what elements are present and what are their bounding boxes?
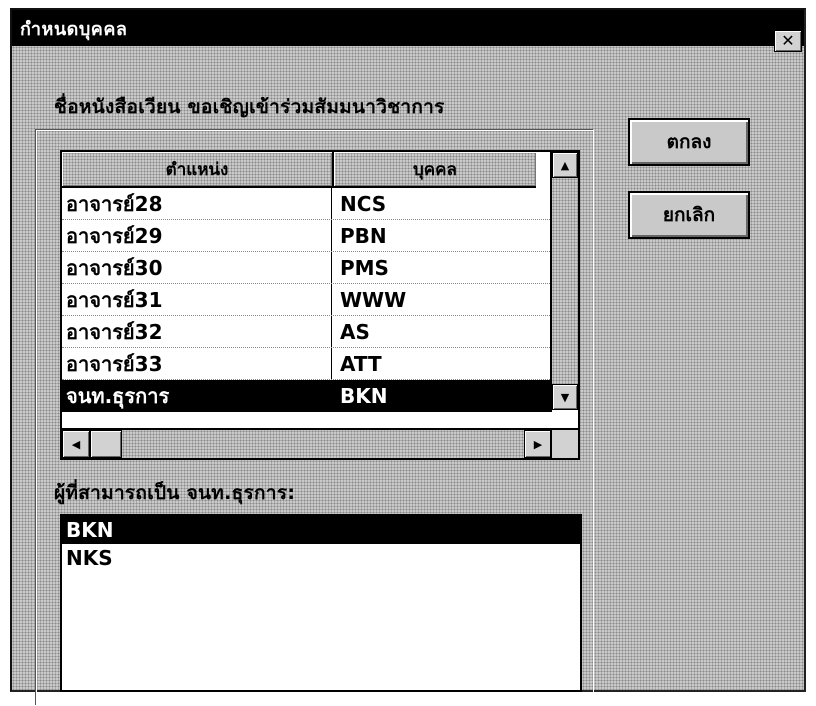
horizontal-scroll-track[interactable] xyxy=(122,430,524,458)
cell-person[interactable]: WWW xyxy=(332,284,552,315)
cancel-button[interactable]: ยกเลิก xyxy=(628,191,750,239)
cell-person[interactable]: BKN xyxy=(332,380,552,411)
dialog-title: กำหนดบุคคล xyxy=(20,19,128,40)
table-row[interactable]: อาจารย์31 WWW xyxy=(62,284,552,316)
scroll-up-button[interactable]: ▲ xyxy=(552,152,578,178)
cell-position[interactable]: อาจารย์32 xyxy=(62,316,332,347)
arrow-left-icon: ◀ xyxy=(71,437,81,451)
list-item-selected[interactable]: BKN xyxy=(62,516,580,544)
grid-body: อาจารย์28 NCS อาจารย์29 PBN อาจารย์30 PM… xyxy=(62,188,552,412)
arrow-up-icon: ▲ xyxy=(560,158,570,172)
dialog-client-area: ชื่อหนังสือเวียน ขอเชิญเข้าร่วมสัมมนาวิช… xyxy=(12,46,804,706)
arrow-right-icon: ▶ xyxy=(533,437,543,451)
vertical-scrollbar[interactable]: ▲ ▼ xyxy=(550,152,578,410)
column-header-position[interactable]: ตำแหน่ง xyxy=(62,152,334,186)
table-row-selected[interactable]: จนท.ธุรการ BKN xyxy=(62,380,552,412)
table-row[interactable]: อาจารย์32 AS xyxy=(62,316,552,348)
list-item[interactable]: NKS xyxy=(62,544,580,572)
cell-person[interactable]: PBN xyxy=(332,220,552,251)
horizontal-scrollbar[interactable]: ◀ ▶ xyxy=(62,428,552,458)
arrow-down-icon: ▼ xyxy=(560,390,570,404)
grid-header: ตำแหน่ง บุคคล xyxy=(62,152,536,188)
scrollbar-corner xyxy=(550,428,578,458)
cell-person[interactable]: NCS xyxy=(332,188,552,219)
scroll-right-button[interactable]: ▶ xyxy=(524,430,552,458)
cell-position[interactable]: อาจารย์33 xyxy=(62,348,332,379)
title-bar[interactable]: กำหนดบุคคล ✕ xyxy=(12,10,804,52)
table-row[interactable]: อาจารย์30 PMS xyxy=(62,252,552,284)
cell-person[interactable]: AS xyxy=(332,316,552,347)
cell-person[interactable]: PMS xyxy=(332,252,552,283)
eligible-persons-listbox[interactable]: BKN NKS xyxy=(60,514,582,692)
horizontal-scroll-thumb[interactable] xyxy=(90,430,122,458)
group-label: ชื่อหนังสือเวียน ขอเชิญเข้าร่วมสัมมนาวิช… xyxy=(54,96,445,118)
table-row[interactable]: อาจารย์28 NCS xyxy=(62,188,552,220)
cell-position[interactable]: อาจารย์31 xyxy=(62,284,332,315)
cell-position[interactable]: อาจารย์29 xyxy=(62,220,332,251)
cell-position[interactable]: จนท.ธุรการ xyxy=(62,380,332,411)
scroll-left-button[interactable]: ◀ xyxy=(62,430,90,458)
cell-person[interactable]: ATT xyxy=(332,348,552,379)
scroll-down-button[interactable]: ▼ xyxy=(552,384,578,410)
table-row[interactable]: อาจารย์29 PBN xyxy=(62,220,552,252)
dialog-window: กำหนดบุคคล ✕ ชื่อหนังสือเวียน ขอเชิญเข้า… xyxy=(10,8,806,706)
cell-position[interactable]: อาจารย์28 xyxy=(62,188,332,219)
cell-position[interactable]: อาจารย์30 xyxy=(62,252,332,283)
list-label: ผู้ที่สามารถเป็น จนท.ธุรการ: xyxy=(54,482,296,504)
assignment-grid[interactable]: ตำแหน่ง บุคคล อาจารย์28 NCS อาจารย์29 PB… xyxy=(60,150,580,460)
vertical-scroll-track[interactable] xyxy=(552,178,578,384)
table-row[interactable]: อาจารย์33 ATT xyxy=(62,348,552,380)
ok-button[interactable]: ตกลง xyxy=(628,118,750,166)
column-header-person[interactable]: บุคคล xyxy=(334,152,536,186)
